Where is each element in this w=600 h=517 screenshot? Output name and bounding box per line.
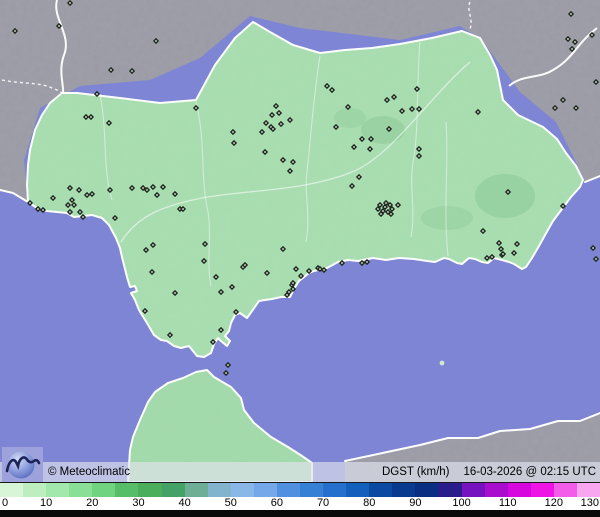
scale-block [46, 483, 70, 497]
scale-block [415, 483, 439, 497]
scale-block [392, 483, 416, 497]
scale-block [576, 483, 600, 497]
scale-tick-label: 50 [224, 497, 237, 509]
scale-block [92, 483, 116, 497]
product-label: DGST (km/h) [381, 466, 450, 478]
scale-block [23, 483, 47, 497]
scale-ticks: 0 10 20 30 40 50 60 70 80 90 100 110 120 130 [0, 497, 600, 510]
scale-block [138, 483, 162, 497]
meteoclimatic-logo[interactable] [2, 447, 43, 482]
scale-block [161, 483, 185, 497]
scale-tick-label: 40 [178, 497, 191, 509]
scale-block [346, 483, 370, 497]
scale-tick-label: 10 [40, 497, 53, 509]
logo-globe [7, 451, 35, 479]
scale-tick-label: 20 [86, 497, 99, 509]
map-canvas[interactable] [0, 0, 600, 482]
footer-right-group: DGST (km/h) 16-03-2026 @ 02:15 UTC [368, 466, 596, 478]
scale-tick-label: 70 [316, 497, 330, 509]
copyright-label: © Meteoclimatic [48, 466, 130, 478]
scale-tick-label: 110 [498, 497, 517, 509]
weather-map-window: © Meteoclimatic DGST (km/h) 16-03-2026 @ … [0, 0, 600, 517]
scale-block [230, 483, 254, 497]
scale-block [207, 483, 231, 497]
bottom-black-strip [0, 510, 600, 517]
scale-block [553, 483, 577, 497]
scale-tick-label: 0 [2, 497, 9, 509]
scale-block [184, 483, 208, 497]
scale-tick-label: 90 [409, 497, 422, 509]
scale-block [461, 483, 485, 497]
scale-block [438, 483, 462, 497]
scale-tick-label: 60 [270, 497, 284, 509]
scale-block [507, 483, 531, 497]
datetime-label: 16-03-2026 @ 02:15 UTC [463, 466, 597, 478]
scale-block [69, 483, 93, 497]
scale-block [530, 483, 554, 497]
footer-bar: © Meteoclimatic DGST (km/h) 16-03-2026 @ … [0, 462, 600, 482]
scale-tick-label: 130 [580, 497, 599, 509]
scale-tick-label: 120 [544, 497, 564, 509]
scale-block [484, 483, 508, 497]
scale-block [115, 483, 139, 497]
scale-block [253, 483, 277, 497]
scale-tick-label: 100 [452, 497, 471, 509]
scale-block [300, 483, 324, 497]
scale-block [0, 483, 24, 497]
scale-block [323, 483, 347, 497]
color-scale [0, 482, 600, 497]
scale-tick-label: 30 [132, 497, 145, 509]
scale-block [369, 483, 393, 497]
alboran-island [439, 360, 445, 366]
scale-block [276, 483, 301, 497]
scale-tick-label: 80 [363, 497, 376, 509]
